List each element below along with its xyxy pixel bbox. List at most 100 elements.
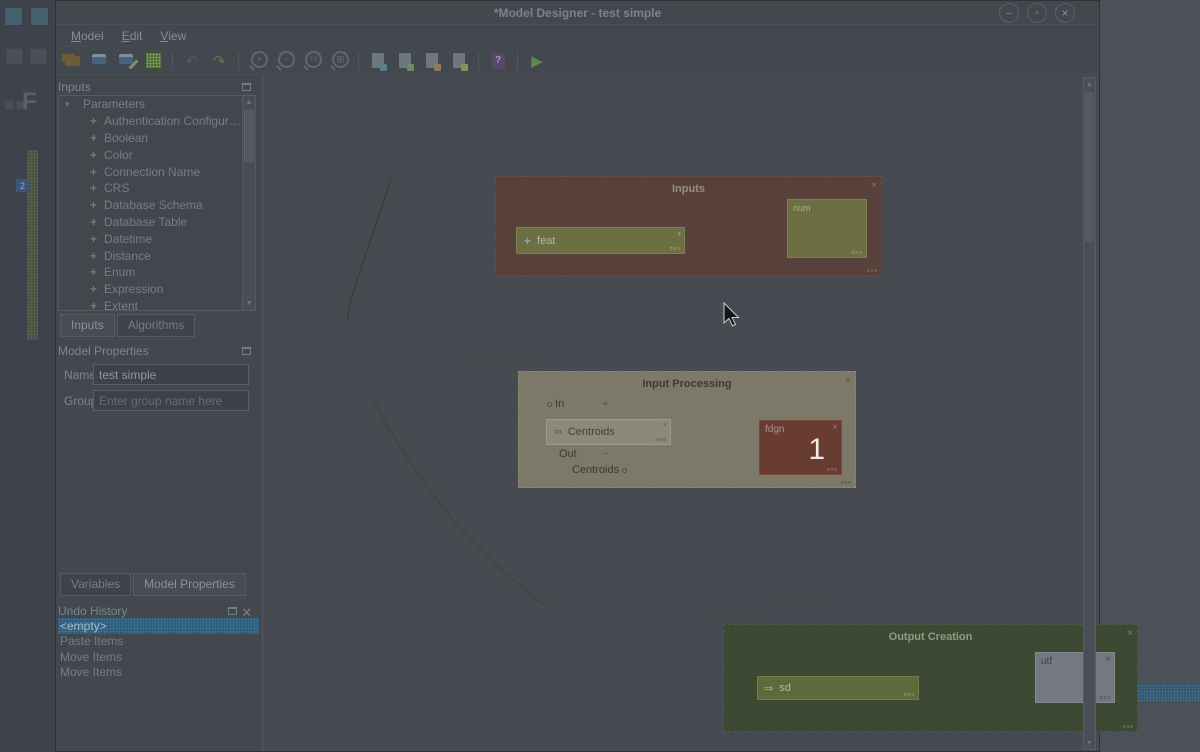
model-group-input[interactable]: Enter group name here <box>93 390 249 411</box>
float-panel-icon[interactable] <box>242 83 251 91</box>
save-model-as-icon[interactable] <box>116 51 136 71</box>
tree-root-parameters[interactable]: ▾ Parameters <box>59 96 255 113</box>
run-model-icon[interactable] <box>527 51 547 71</box>
background-toolbar-icon <box>4 7 23 26</box>
tree-item[interactable]: + Connection Name <box>59 163 255 180</box>
title-bar[interactable]: *Model Designer - test simple <box>56 1 1099 25</box>
tree-item[interactable]: + Datetime <box>59 230 255 247</box>
dock-tab[interactable]: Model Properties <box>133 573 246 596</box>
dock-tab[interactable]: Inputs <box>60 314 115 337</box>
background-panel-icon <box>4 100 14 110</box>
left-dock-area: Inputs ▾ Parameters + Authentication Con… <box>58 76 259 751</box>
scrollbar-thumb[interactable] <box>244 110 254 162</box>
tree-scrollbar[interactable]: ▲ ▼ <box>242 96 255 310</box>
window-title: *Model Designer - test simple <box>494 6 661 20</box>
tree-item[interactable]: + Enum <box>59 264 255 281</box>
tree-item[interactable]: + Distance <box>59 247 255 264</box>
maximize-button[interactable] <box>1027 3 1047 23</box>
collapse-group-icon[interactable]: × <box>1127 628 1133 639</box>
add-parameter-icon: + <box>90 282 104 296</box>
edit-help-icon[interactable] <box>488 51 508 71</box>
zoom-in-icon[interactable] <box>248 51 268 71</box>
tree-item[interactable]: + Authentication Configur… <box>59 113 255 130</box>
save-model-icon[interactable] <box>89 51 109 71</box>
minimize-button[interactable] <box>999 3 1019 23</box>
zoom-actual-icon[interactable] <box>302 51 322 71</box>
collapse-group-icon[interactable]: × <box>845 375 851 386</box>
close-icon[interactable]: × <box>1105 654 1111 665</box>
canvas-scrollbar[interactable]: ▲ ▼ <box>1083 77 1096 750</box>
output-socket-icon[interactable] <box>622 468 627 473</box>
scrollbar-thumb[interactable] <box>1085 92 1094 242</box>
comment-box-fdgn[interactable]: fdgn × 1 <box>759 420 842 475</box>
add-parameter-icon: + <box>90 265 104 279</box>
model-designer-window: *Model Designer - test simple ModelEditV… <box>55 0 1100 752</box>
input-processing-group-box[interactable]: Input Processing × In + ∞ Centroids × Ou… <box>518 371 856 488</box>
algorithm-centroids[interactable]: ∞ Centroids × <box>546 419 671 445</box>
scroll-up-icon[interactable]: ▲ <box>243 96 255 109</box>
tree-item[interactable]: + Expression <box>59 281 255 298</box>
dock-tab[interactable]: Algorithms <box>117 314 196 337</box>
close-icon[interactable]: × <box>832 422 838 433</box>
undo-history-item[interactable]: <empty> <box>58 618 259 634</box>
scroll-down-icon[interactable]: ▼ <box>243 297 255 310</box>
undo-history-item[interactable]: Paste Items <box>58 634 259 650</box>
export-python-icon[interactable] <box>368 51 388 71</box>
input-socket-icon[interactable] <box>547 402 552 407</box>
tree-item[interactable]: + Database Schema <box>59 197 255 214</box>
float-panel-icon[interactable] <box>228 607 237 615</box>
add-parameter-icon: + <box>90 198 104 212</box>
inputs-tree[interactable]: ▾ Parameters + Authentication Configur… … <box>58 95 256 311</box>
scroll-down-icon[interactable]: ▼ <box>1084 737 1095 749</box>
menu-item[interactable]: Edit <box>113 27 152 45</box>
redo-icon[interactable] <box>209 51 229 71</box>
fold-icon[interactable]: ▾ <box>677 230 681 238</box>
parameter-num[interactable]: num <box>787 199 867 258</box>
tree-item[interactable]: + Boolean <box>59 130 255 147</box>
add-parameter-icon: + <box>90 215 104 229</box>
export-image-icon[interactable] <box>395 51 415 71</box>
chevron-down-icon[interactable]: ▾ <box>65 99 75 110</box>
float-panel-icon[interactable] <box>242 347 251 355</box>
undo-history-list: <empty>Paste ItemsMove ItemsMove Items <box>58 618 259 751</box>
background-toolbar-icon <box>30 7 49 26</box>
dock-tab[interactable]: Variables <box>60 573 131 596</box>
tree-item[interactable]: + CRS <box>59 180 255 197</box>
model-canvas[interactable]: Inputs × + feat ▾ num Input Processing ×… <box>262 76 1099 751</box>
export-svg-icon[interactable] <box>449 51 469 71</box>
centroids-out-socket-row: Centroids <box>572 464 627 476</box>
screen: F 2 *Model Designer - test simple ModelE… <box>0 0 1200 752</box>
parameter-feat[interactable]: + feat ▾ <box>516 227 685 254</box>
tree-item[interactable]: + Extent <box>59 298 255 311</box>
close-button[interactable] <box>1055 3 1075 23</box>
input-processing-group-title: Input Processing <box>519 378 855 390</box>
scroll-up-icon[interactable]: ▲ <box>1084 78 1095 90</box>
output-sd[interactable]: ⇒ sd <box>757 676 919 700</box>
output-creation-group-box[interactable]: Output Creation × ⇒ sd utf × <box>723 624 1138 732</box>
export-pdf-icon[interactable] <box>422 51 442 71</box>
save-model-in-project-icon[interactable] <box>143 51 163 71</box>
fold-icon[interactable]: × <box>663 422 667 429</box>
zoom-full-icon[interactable] <box>329 51 349 71</box>
step-badge: 1 <box>808 433 825 467</box>
open-model-icon[interactable] <box>62 51 82 71</box>
collapse-outputs-control[interactable]: − <box>602 448 608 460</box>
zoom-out-icon[interactable] <box>275 51 295 71</box>
menu-item[interactable]: Model <box>62 27 113 45</box>
undo-icon[interactable] <box>182 51 202 71</box>
inputs-group-box[interactable]: Inputs × + feat ▾ num <box>495 176 882 276</box>
menu-bar: ModelEditView <box>56 25 1099 47</box>
tree-item[interactable]: + Database Table <box>59 214 255 231</box>
undo-history-item[interactable]: Move Items <box>58 649 259 665</box>
collapse-group-icon[interactable]: × <box>871 180 877 191</box>
menu-item[interactable]: View <box>151 27 195 45</box>
output-creation-group-title: Output Creation <box>724 631 1137 643</box>
expand-inputs-control[interactable]: + <box>602 398 608 410</box>
add-parameter-icon: + <box>90 249 104 263</box>
comment-box-utf[interactable]: utf × <box>1035 652 1115 703</box>
out-label: Out <box>559 448 577 460</box>
model-name-input[interactable]: test simple <box>93 364 249 385</box>
inputs-group-title: Inputs <box>496 183 881 195</box>
undo-history-item[interactable]: Move Items <box>58 665 259 681</box>
tree-item[interactable]: + Color <box>59 146 255 163</box>
